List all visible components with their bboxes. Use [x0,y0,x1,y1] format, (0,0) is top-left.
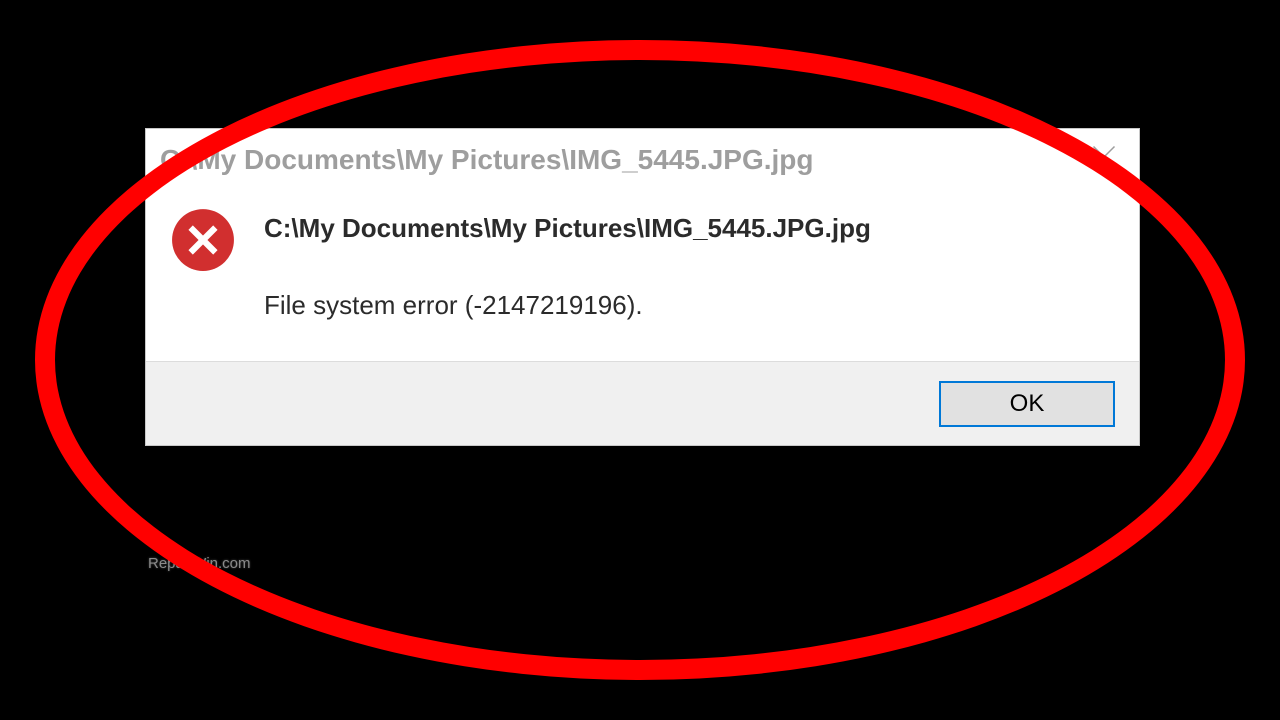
message-path: C:\My Documents\My Pictures\IMG_5445.JPG… [264,213,1109,244]
close-button[interactable] [1069,129,1139,191]
close-icon [1090,143,1118,178]
dialog-title: C:\My Documents\My Pictures\IMG_5445.JPG… [160,144,1069,176]
error-dialog: C:\My Documents\My Pictures\IMG_5445.JPG… [145,128,1140,446]
message-column: C:\My Documents\My Pictures\IMG_5445.JPG… [236,201,1109,321]
dialog-body: C:\My Documents\My Pictures\IMG_5445.JPG… [146,191,1139,361]
watermark-text: RepairWin.com [148,555,251,572]
error-icon [170,207,236,273]
ok-button[interactable]: OK [939,381,1115,427]
ok-button-label: OK [1010,390,1045,418]
error-text: File system error (-2147219196). [264,290,1109,321]
title-bar: C:\My Documents\My Pictures\IMG_5445.JPG… [146,129,1139,191]
dialog-footer: OK [146,361,1139,445]
